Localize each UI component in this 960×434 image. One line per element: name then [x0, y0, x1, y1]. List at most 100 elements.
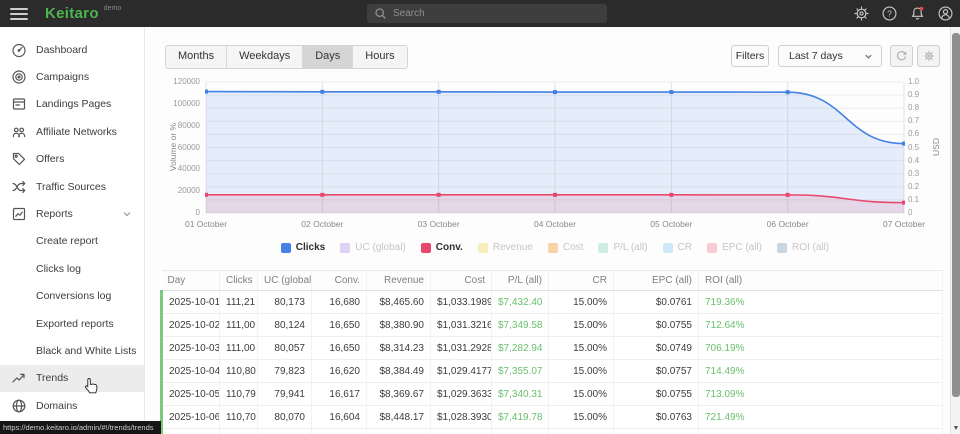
cell: 16,617	[312, 383, 367, 406]
cell: $7,419.78	[492, 406, 549, 429]
cell: 110,79	[220, 383, 258, 406]
legend-swatch	[478, 243, 488, 253]
account-icon[interactable]	[937, 5, 954, 22]
legend-swatch	[707, 243, 717, 253]
column-header-revenue[interactable]: Revenue	[367, 271, 431, 291]
column-header-epc-all[interactable]: EPC (all)	[614, 271, 699, 291]
x-axis-label: 07 October	[883, 219, 925, 229]
cell: $7,432.40	[492, 291, 549, 314]
column-header-conv[interactable]: Conv.	[312, 271, 367, 291]
x-axis-labels: 01 October02 October03 October04 October…	[205, 219, 905, 230]
sidebar-item-traffic-sources[interactable]: Traffic Sources	[0, 173, 144, 200]
legend-swatch	[421, 243, 431, 253]
legend-item-revenue[interactable]: Revenue	[478, 242, 533, 253]
cell: 714.49%	[699, 360, 943, 383]
sidebar-item-offers[interactable]: Offers	[0, 146, 144, 173]
sidebar-item-landings-pages[interactable]: Landings Pages	[0, 91, 144, 118]
scrollbar-thumb[interactable]	[952, 33, 960, 397]
notifications-bell-icon[interactable]	[909, 5, 926, 22]
cell: $0.0763	[614, 406, 699, 429]
column-header-cost[interactable]: Cost	[431, 271, 492, 291]
legend-swatch	[663, 243, 673, 253]
date-range-select[interactable]: Last 7 days	[778, 45, 882, 67]
tab-hours[interactable]: Hours	[353, 46, 406, 68]
sidebar-item-black-and-white-lists[interactable]: Black and White Lists	[0, 337, 144, 364]
legend-label: P/L (all)	[613, 242, 647, 253]
reports-icon	[11, 206, 27, 222]
column-header-roi-all[interactable]: ROI (all)	[699, 271, 943, 291]
tab-days[interactable]: Days	[303, 46, 353, 68]
chevron-down-icon	[864, 52, 873, 61]
cell: $1,028.3930	[431, 406, 492, 429]
cell: 15.00%	[549, 383, 614, 406]
sidebar-item-reports[interactable]: Reports	[0, 200, 144, 227]
cell: 2025-10-07	[162, 429, 220, 434]
cell: 2025-10-03	[162, 337, 220, 360]
help-icon[interactable]: ?	[881, 5, 898, 22]
scrollbar-down-arrow[interactable]: ▼	[952, 425, 960, 432]
filters-button[interactable]: Filters	[731, 45, 769, 67]
dashboard-icon	[11, 42, 27, 58]
left-tick: 0	[156, 209, 200, 217]
sidebar-item-label: Traffic Sources	[36, 181, 106, 193]
cell: $7,349.58	[492, 314, 549, 337]
tab-weekdays[interactable]: Weekdays	[227, 46, 303, 68]
x-axis-label: 02 October	[301, 219, 343, 229]
chevron-down-icon	[122, 209, 132, 219]
cell: 15.00%	[549, 360, 614, 383]
cell: 111,21	[220, 291, 258, 314]
vertical-scrollbar: ▼	[950, 27, 960, 434]
sidebar-item-create-report[interactable]: Create report	[0, 228, 144, 255]
cell: $0.0755	[614, 383, 699, 406]
app-logo[interactable]: Keitaro	[45, 5, 99, 22]
sidebar-item-dashboard[interactable]: Dashboard	[0, 36, 144, 63]
legend-item-p-l-all[interactable]: P/L (all)	[598, 242, 647, 253]
cell: 111,00	[220, 337, 258, 360]
legend-swatch	[598, 243, 608, 253]
cell: 719.36%	[699, 291, 943, 314]
cell: 63,60	[220, 429, 258, 434]
legend-swatch	[340, 243, 350, 253]
legend-item-cost[interactable]: Cost	[548, 242, 584, 253]
cell: 721.49%	[699, 406, 943, 429]
hamburger-menu-icon[interactable]	[10, 8, 28, 20]
legend-label: Cost	[563, 242, 584, 253]
cell: 111,00	[220, 314, 258, 337]
table-row: 2025-10-01111,2180,17316,680$8,465.60$1,…	[162, 291, 943, 314]
settings-icon[interactable]	[853, 5, 870, 22]
sidebar-item-domains[interactable]: Domains	[0, 392, 144, 419]
sidebar-item-clicks-log[interactable]: Clicks log	[0, 255, 144, 282]
legend-item-roi-all[interactable]: ROI (all)	[777, 242, 829, 253]
sidebar-item-campaigns[interactable]: Campaigns	[0, 63, 144, 90]
legend-item-conv[interactable]: Conv.	[421, 242, 463, 253]
right-tick: 0.7	[908, 117, 919, 125]
column-header-p-l-all[interactable]: P/L (all)	[492, 271, 549, 291]
column-header-day[interactable]: Day	[162, 271, 220, 291]
right-tick: 0.1	[908, 196, 919, 204]
legend-item-cr[interactable]: CR	[663, 242, 692, 253]
cell: 79,823	[258, 360, 312, 383]
sidebar-item-trends[interactable]: Trends	[0, 365, 144, 392]
left-tick: 100000	[156, 100, 200, 108]
sidebar-item-exported-reports[interactable]: Exported reports	[0, 310, 144, 337]
legend-item-clicks[interactable]: Clicks	[281, 242, 325, 253]
search-icon	[374, 7, 387, 20]
traffic-sources-icon	[11, 179, 27, 195]
legend-label: Conv.	[436, 242, 463, 253]
right-axis-ticks: 00.10.20.30.40.50.60.70.80.91.0	[908, 76, 938, 216]
cell: 79,941	[258, 383, 312, 406]
search-input[interactable]	[393, 8, 607, 19]
refresh-button[interactable]	[890, 45, 913, 67]
legend-item-epc-all[interactable]: EPC (all)	[707, 242, 762, 253]
legend-label: UC (global)	[355, 242, 406, 253]
cell: 80,057	[258, 337, 312, 360]
sidebar-item-affiliate-networks[interactable]: Affiliate Networks	[0, 118, 144, 145]
sidebar-item-conversions-log[interactable]: Conversions log	[0, 283, 144, 310]
tab-months[interactable]: Months	[166, 46, 227, 68]
column-header-clicks[interactable]: Clicks	[220, 271, 258, 291]
column-header-uc-global[interactable]: UC (global)	[258, 271, 312, 291]
legend-item-uc-global[interactable]: UC (global)	[340, 242, 406, 253]
column-header-cr[interactable]: CR	[549, 271, 614, 291]
chart-settings-button[interactable]	[917, 45, 940, 67]
cell: $0.0757	[614, 360, 699, 383]
